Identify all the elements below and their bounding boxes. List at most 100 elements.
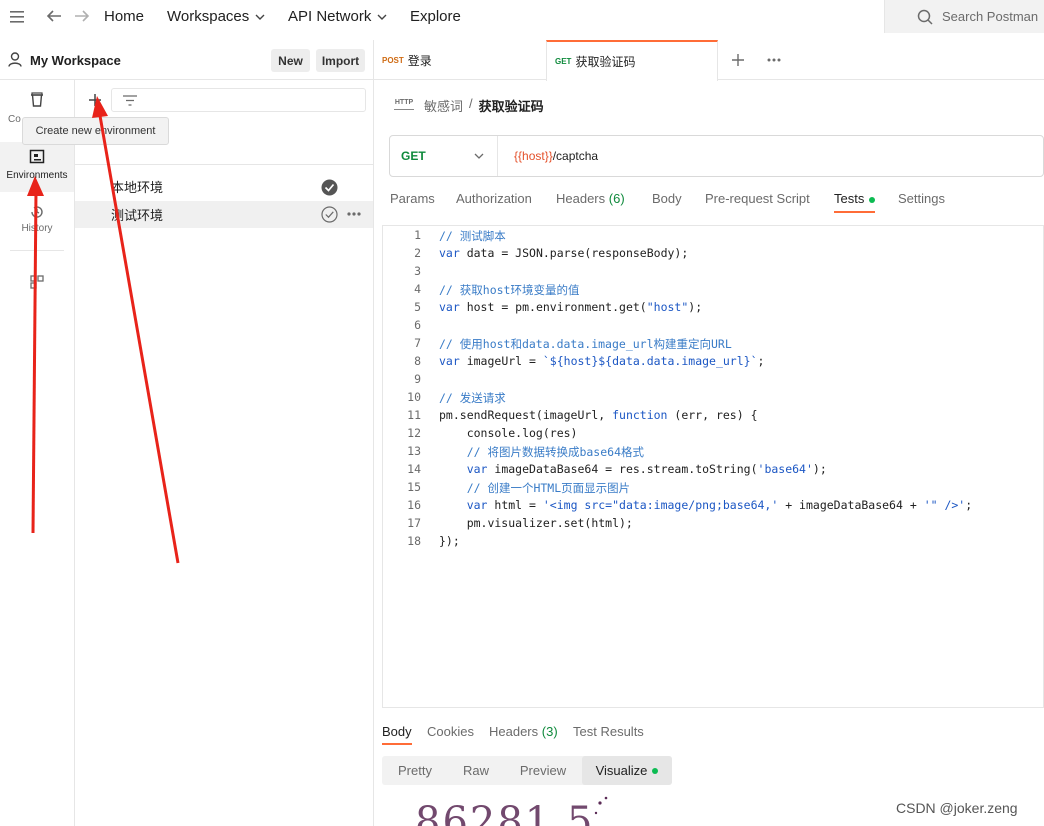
view-visualize-label: Visualize xyxy=(595,763,648,778)
search-icon xyxy=(917,9,933,25)
environment-icon xyxy=(29,149,45,164)
environment-filter-input[interactable] xyxy=(111,88,366,112)
line-number: 10 xyxy=(407,390,421,404)
line-number: 9 xyxy=(414,372,421,386)
http-icon-label: HTTP xyxy=(394,99,414,106)
url-bar: GET {{host}}/captcha xyxy=(389,135,1044,177)
nav-workspaces[interactable]: Workspaces xyxy=(167,8,265,25)
line-number: 13 xyxy=(407,444,421,458)
code-line: var data = JSON.parse(responseBody); xyxy=(439,246,689,260)
filter-icon xyxy=(123,95,137,106)
forward-arrow-icon[interactable] xyxy=(74,9,90,23)
search-placeholder: Search Postman xyxy=(942,9,1039,24)
trash-can-icon xyxy=(31,92,43,107)
new-button-label: New xyxy=(278,53,303,68)
top-bar: Home Workspaces API Network Explore Sear… xyxy=(0,0,1044,34)
breadcrumb: 敏感词 / 获取验证码 xyxy=(424,96,544,115)
search-postman-input[interactable]: Search Postman xyxy=(884,0,1044,33)
tab-name: 登录 xyxy=(407,53,432,68)
sidebar-item-flows[interactable] xyxy=(0,274,74,293)
environment-item-name: 测试环境 xyxy=(111,208,164,223)
response-tab-cookies-label: Cookies xyxy=(427,724,474,739)
response-tab-test-results[interactable]: Test Results xyxy=(573,724,644,739)
view-raw-label: Raw xyxy=(462,763,489,778)
view-pretty-button[interactable]: Pretty xyxy=(382,756,448,785)
view-visualize-button[interactable]: Visualize xyxy=(582,756,672,785)
import-button[interactable]: Import xyxy=(316,49,365,72)
line-number: 16 xyxy=(407,498,421,512)
new-button[interactable]: New xyxy=(271,49,310,72)
tab-settings-label: Settings xyxy=(898,191,945,206)
nav-home[interactable]: Home xyxy=(104,8,144,25)
response-tab-headers-count: (3) xyxy=(541,724,558,739)
menu-icon[interactable] xyxy=(10,11,24,23)
response-tab-body[interactable]: Body xyxy=(382,724,412,745)
method-select[interactable]: GET xyxy=(390,136,498,176)
tab-headers[interactable]: Headers (6) xyxy=(556,191,625,206)
breadcrumb-parent[interactable]: 敏感词 xyxy=(424,96,463,115)
sidebar-item-collections[interactable]: Co xyxy=(0,92,74,125)
tab-headers-count: (6) xyxy=(608,191,625,206)
tab-method: GET xyxy=(555,57,572,66)
watermark-text: CSDN @joker.zeng xyxy=(896,800,1018,816)
tab-options-icon[interactable] xyxy=(767,58,781,62)
nav-explore-label: Explore xyxy=(410,8,461,25)
captcha-image: 86281 5 xyxy=(415,796,608,826)
new-tab-plus-icon[interactable] xyxy=(731,53,745,67)
sidebar-item-history[interactable]: History xyxy=(0,204,74,234)
response-tab-test-results-label: Test Results xyxy=(573,724,644,739)
check-circle-filled-icon[interactable] xyxy=(321,179,338,196)
nav-api-network-label: API Network xyxy=(288,8,372,25)
tab-prerequest-label: Pre-request Script xyxy=(705,191,810,206)
nav-workspaces-label: Workspaces xyxy=(167,8,250,25)
import-button-label: Import xyxy=(321,53,360,68)
tests-indicator-dot xyxy=(869,197,876,203)
view-preview-button[interactable]: Preview xyxy=(504,756,582,785)
response-tab-cookies[interactable]: Cookies xyxy=(427,724,474,739)
tab-authorization[interactable]: Authorization xyxy=(456,191,532,206)
url-input[interactable]: {{host}}/captcha xyxy=(514,149,598,163)
history-icon xyxy=(31,206,43,218)
code-line: }); xyxy=(439,534,460,548)
back-arrow-icon[interactable] xyxy=(46,9,62,23)
code-line: var host = pm.environment.get("host"); xyxy=(439,300,703,314)
environment-item[interactable]: 本地环境 xyxy=(75,173,373,200)
line-number: 12 xyxy=(407,426,421,440)
tab-settings[interactable]: Settings xyxy=(898,191,945,206)
sidebar-item-history-label: History xyxy=(21,223,53,234)
panel-divider xyxy=(75,164,373,165)
line-number: 5 xyxy=(414,300,421,314)
response-tab-body-label: Body xyxy=(382,724,412,739)
http-icon: HTTP xyxy=(394,96,414,110)
tab-body-label: Body xyxy=(652,191,682,206)
breadcrumb-current[interactable]: 获取验证码 xyxy=(479,96,544,115)
workspace-name[interactable]: My Workspace xyxy=(30,53,121,68)
tab-body[interactable]: Body xyxy=(652,191,682,206)
code-line: // 测试脚本 xyxy=(439,229,506,243)
svg-text:86281 5: 86281 5 xyxy=(415,799,594,826)
rail-divider xyxy=(10,250,64,251)
url-path: /captcha xyxy=(552,149,599,163)
more-options-icon[interactable] xyxy=(347,212,361,216)
line-number: 15 xyxy=(407,480,421,494)
plus-icon[interactable] xyxy=(88,93,102,107)
sidebar-item-environments[interactable]: Environments xyxy=(0,142,74,192)
tab-tests[interactable]: Tests xyxy=(834,191,876,213)
nav-explore[interactable]: Explore xyxy=(410,8,461,25)
check-circle-outline-icon[interactable] xyxy=(321,206,338,223)
tests-code-editor[interactable]: 1 // 测试脚本 2 var data = JSON.parse(responseB… xyxy=(382,225,1044,708)
view-raw-button[interactable]: Raw xyxy=(448,756,504,785)
grid-icon xyxy=(30,275,44,289)
tab-method: POST xyxy=(382,55,404,65)
tab-captcha[interactable]: GET 获取验证码 xyxy=(546,40,718,81)
environment-item[interactable]: 测试环境 xyxy=(75,201,373,228)
response-tab-headers[interactable]: Headers (3) xyxy=(489,724,558,739)
nav-home-label: Home xyxy=(104,8,145,25)
nav-api-network[interactable]: API Network xyxy=(288,8,387,25)
tab-prerequest-script[interactable]: Pre-request Script xyxy=(705,191,810,206)
response-tab-headers-label: Headers xyxy=(489,724,539,739)
tab-login[interactable]: POST 登录 xyxy=(374,40,546,80)
tab-params[interactable]: Params xyxy=(390,191,435,206)
visualize-indicator-dot xyxy=(652,767,659,774)
tab-name: 获取验证码 xyxy=(575,55,636,69)
